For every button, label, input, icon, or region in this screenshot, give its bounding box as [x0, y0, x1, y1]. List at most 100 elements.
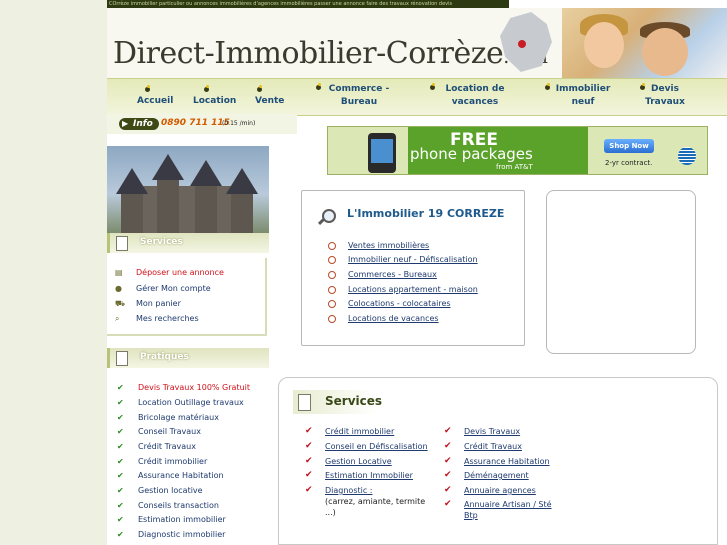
- sidebar-services-header: Services: [107, 233, 269, 253]
- att-banner-ad[interactable]: FREE phone packages from AT&T Shop Now 2…: [327, 126, 708, 175]
- nav-bullet-icon: [257, 85, 262, 92]
- immobilier-19-panel: L'Immobilier 19 CORREZE Ventes immobiliè…: [301, 190, 525, 346]
- nav-bullet-icon: [204, 85, 209, 92]
- top-ticker-text: COrrèze immobilier particulier ou annonc…: [107, 0, 509, 8]
- link-estimation-immobilier[interactable]: Estimation Immobilier: [325, 471, 413, 480]
- nav-devis-travaux[interactable]: Devis Travaux: [643, 83, 687, 109]
- sidebar-item-deposer-annonce[interactable]: ▤ Déposer une annonce: [115, 268, 224, 277]
- header-couple-photo: [562, 8, 727, 78]
- nav-immobilier-neuf[interactable]: Immobilier neuf: [553, 83, 613, 109]
- sidebar-item-credit-immobilier[interactable]: ✔ Crédit immobilier: [117, 457, 207, 466]
- att-logo-icon: [678, 147, 696, 165]
- phone-image: [368, 133, 396, 173]
- check-icon: ✔: [444, 441, 452, 451]
- link-demenagement[interactable]: Déménagement: [464, 471, 529, 480]
- check-icon: ✔: [117, 471, 124, 480]
- sidebar-item-credit-travaux[interactable]: ✔ Crédit Travaux: [117, 442, 196, 451]
- sidebar-services-title: Services: [140, 237, 183, 247]
- check-icon: ✔: [305, 470, 313, 480]
- info-phone-price: (0.15 /min): [222, 120, 256, 127]
- link-annuaire-artisan[interactable]: Annuaire Artisan / Sté: [464, 500, 552, 509]
- ad-shop-now-button[interactable]: Shop Now: [604, 139, 654, 153]
- right-empty-panel: [546, 190, 696, 354]
- sidebar-item-bricolage[interactable]: ✔ Bricolage matériaux: [117, 413, 219, 422]
- nav-accueil[interactable]: Accueil: [137, 95, 173, 108]
- check-icon: ✔: [305, 426, 313, 436]
- link-diagnostic[interactable]: Diagnostic :: [325, 486, 373, 495]
- check-icon: ✔: [117, 427, 124, 436]
- nav-commerce-bureau[interactable]: Commerce - Bureau: [323, 83, 395, 109]
- sidebar-item-conseil-travaux[interactable]: ✔ Conseil Travaux: [117, 427, 201, 436]
- check-icon: ✔: [305, 441, 313, 451]
- nav-bullet-icon: [145, 85, 150, 92]
- diagnostic-note: (carrez, amiante, termite: [325, 497, 426, 506]
- sidebar-pratiques-header: Pratiques: [107, 348, 269, 368]
- site-title-main: Direct-Immobilier-Corrèze: [113, 36, 504, 71]
- sidebar-item-gerer-compte[interactable]: ● Gérer Mon compte: [115, 284, 211, 293]
- link-commerces-bureaux[interactable]: Commerces - Bureaux: [348, 270, 437, 279]
- check-icon: ✔: [117, 457, 124, 466]
- document-icon: [298, 394, 311, 411]
- check-icon: ✔: [305, 456, 313, 466]
- castle-photo: [107, 146, 269, 234]
- check-icon: ✔: [117, 530, 124, 539]
- link-conseil-defiscalisation[interactable]: Conseil en Défiscalisation: [325, 442, 428, 451]
- sidebar-item-location-outillage[interactable]: ✔ Location Outillage travaux: [117, 398, 244, 407]
- link-locations-vacances[interactable]: Locations de vacances: [348, 314, 439, 323]
- check-icon: ✔: [444, 499, 452, 509]
- check-icon: ✔: [444, 485, 452, 495]
- link-colocations[interactable]: Colocations - colocataires: [348, 299, 451, 308]
- ad-subheadline: phone packages: [410, 145, 533, 163]
- main-nav: Accueil Location Vente Commerce - Bureau…: [107, 78, 727, 116]
- check-icon: ✔: [444, 426, 452, 436]
- check-icon: ✔: [444, 470, 452, 480]
- sidebar-pratiques-title: Pratiques: [140, 352, 189, 362]
- nav-bullet-icon: [316, 83, 321, 90]
- nav-bullet-icon: [545, 83, 550, 90]
- link-locations-appartement[interactable]: Locations appartement - maison: [348, 285, 478, 294]
- document-icon: [116, 236, 128, 251]
- sidebar-item-diagnostic-immobilier[interactable]: ✔ Diagnostic immobilier: [117, 530, 225, 539]
- link-credit-immobilier[interactable]: Crédit immobilier: [325, 427, 394, 436]
- services-title: Services: [325, 394, 383, 408]
- link-immobilier-neuf[interactable]: Immobilier neuf - Défiscalisation: [348, 255, 478, 264]
- link-assurance-habitation[interactable]: Assurance Habitation: [464, 457, 550, 466]
- link-gestion-locative[interactable]: Gestion Locative: [325, 457, 392, 466]
- info-phone-number[interactable]: 0890 711 115: [161, 118, 230, 128]
- info-badge: Info: [119, 118, 159, 130]
- link-annuaire-agences[interactable]: Annuaire agences: [464, 486, 536, 495]
- user-icon: ●: [115, 284, 122, 293]
- check-icon: ✔: [117, 442, 124, 451]
- bullet-icon: [328, 271, 336, 279]
- list-icon: ▤: [115, 268, 123, 277]
- sidebar-item-mon-panier[interactable]: ⛟ Mon panier: [115, 299, 181, 309]
- sidebar-item-conseils-transaction[interactable]: ✔ Conseils transaction: [117, 501, 219, 510]
- bullet-icon: [328, 300, 336, 308]
- immobilier-19-title: L'Immobilier 19 CORREZE: [347, 207, 505, 220]
- site-header: Direct-Immobilier-Corrèze.com: [107, 8, 727, 78]
- check-icon: ✔: [117, 383, 124, 392]
- bullet-icon: [328, 256, 336, 264]
- sidebar-item-mes-recherches[interactable]: ⌕ Mes recherches: [115, 314, 199, 324]
- link-ventes-immobilieres[interactable]: Ventes immobilières: [348, 241, 429, 250]
- link-devis-travaux[interactable]: Devis Travaux: [464, 427, 520, 436]
- document-icon: [116, 351, 128, 366]
- sidebar-item-devis-travaux[interactable]: ✔ Devis Travaux 100% Gratuit: [117, 383, 250, 392]
- check-icon: ✔: [117, 515, 124, 524]
- check-icon: ✔: [305, 485, 313, 495]
- nav-location[interactable]: Location: [193, 95, 236, 108]
- bullet-icon: [328, 315, 336, 323]
- search-icon: ⌕: [115, 314, 120, 323]
- nav-vente[interactable]: Vente: [255, 95, 284, 108]
- correze-location-marker: [518, 40, 526, 48]
- check-icon: ✔: [444, 456, 452, 466]
- sidebar-item-estimation-immobilier[interactable]: ✔ Estimation immobilier: [117, 515, 226, 524]
- link-credit-travaux[interactable]: Crédit Travaux: [464, 442, 522, 451]
- diagnostic-note-end: ...): [325, 508, 336, 517]
- link-annuaire-artisan-btp[interactable]: Btp: [464, 511, 478, 520]
- sidebar-item-gestion-locative[interactable]: ✔ Gestion locative: [117, 486, 203, 495]
- nav-location-vacances[interactable]: Location de vacances: [440, 83, 510, 109]
- check-icon: ✔: [117, 501, 124, 510]
- sidebar-item-assurance-habitation[interactable]: ✔ Assurance Habitation: [117, 471, 224, 480]
- site-title[interactable]: Direct-Immobilier-Corrèze.com: [113, 36, 548, 71]
